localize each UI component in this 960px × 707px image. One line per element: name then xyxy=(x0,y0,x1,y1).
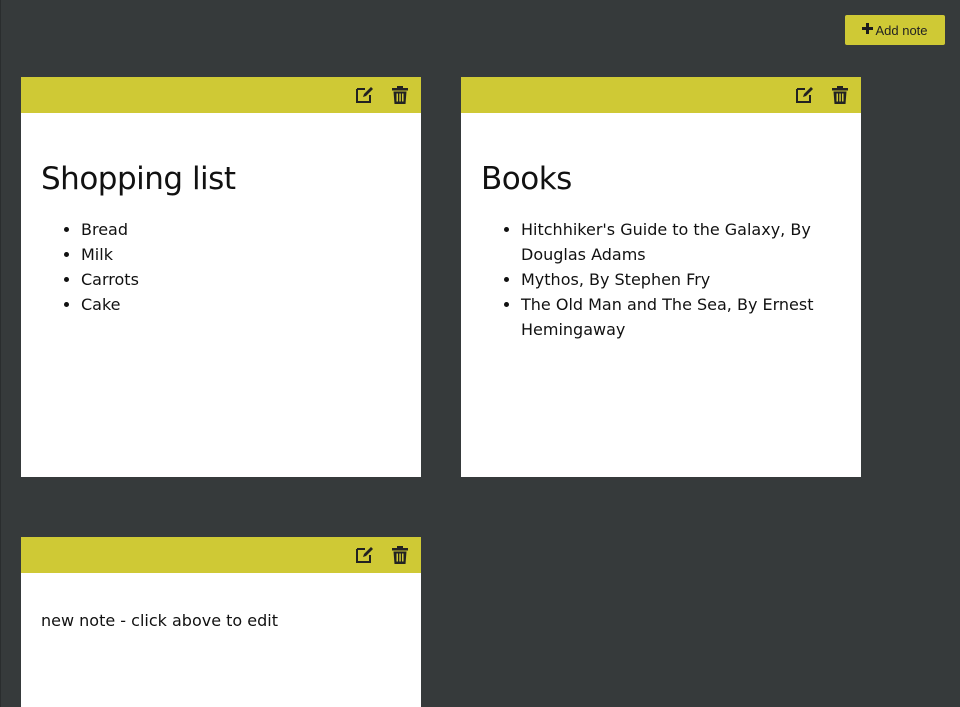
note-card: Books Hitchhiker's Guide to the Galaxy, … xyxy=(461,77,861,477)
list-item: Mythos, By Stephen Fry xyxy=(521,267,841,292)
note-card: new note - click above to edit xyxy=(21,537,421,707)
list-item: The Old Man and The Sea, By Ernest Hemin… xyxy=(521,292,841,342)
add-note-button[interactable]: Add note xyxy=(845,15,945,45)
note-card: Shopping list Bread Milk Carrots Cake xyxy=(21,77,421,477)
list-item: Cake xyxy=(81,292,401,317)
edit-icon[interactable] xyxy=(354,85,374,105)
note-list: Bread Milk Carrots Cake xyxy=(41,217,401,317)
edit-icon[interactable] xyxy=(354,545,374,565)
add-note-label: Add note xyxy=(875,22,928,38)
note-text: new note - click above to edit xyxy=(41,611,278,630)
list-item: Bread xyxy=(81,217,401,242)
list-item: Carrots xyxy=(81,267,401,292)
trash-icon[interactable] xyxy=(390,85,410,105)
list-item: Milk xyxy=(81,242,401,267)
trash-icon[interactable] xyxy=(830,85,850,105)
note-title: Shopping list xyxy=(41,161,236,197)
note-toolbar xyxy=(21,77,421,113)
note-content[interactable]: Shopping list Bread Milk Carrots Cake xyxy=(21,159,421,317)
plus-icon xyxy=(862,22,874,38)
note-toolbar xyxy=(461,77,861,113)
note-toolbar xyxy=(21,537,421,573)
note-content[interactable]: new note - click above to edit xyxy=(21,611,421,631)
note-title: Books xyxy=(481,161,572,197)
note-list: Hitchhiker's Guide to the Galaxy, By Dou… xyxy=(481,217,841,342)
list-item: Hitchhiker's Guide to the Galaxy, By Dou… xyxy=(521,217,841,267)
edit-icon[interactable] xyxy=(794,85,814,105)
trash-icon[interactable] xyxy=(390,545,410,565)
note-content[interactable]: Books Hitchhiker's Guide to the Galaxy, … xyxy=(461,159,861,342)
